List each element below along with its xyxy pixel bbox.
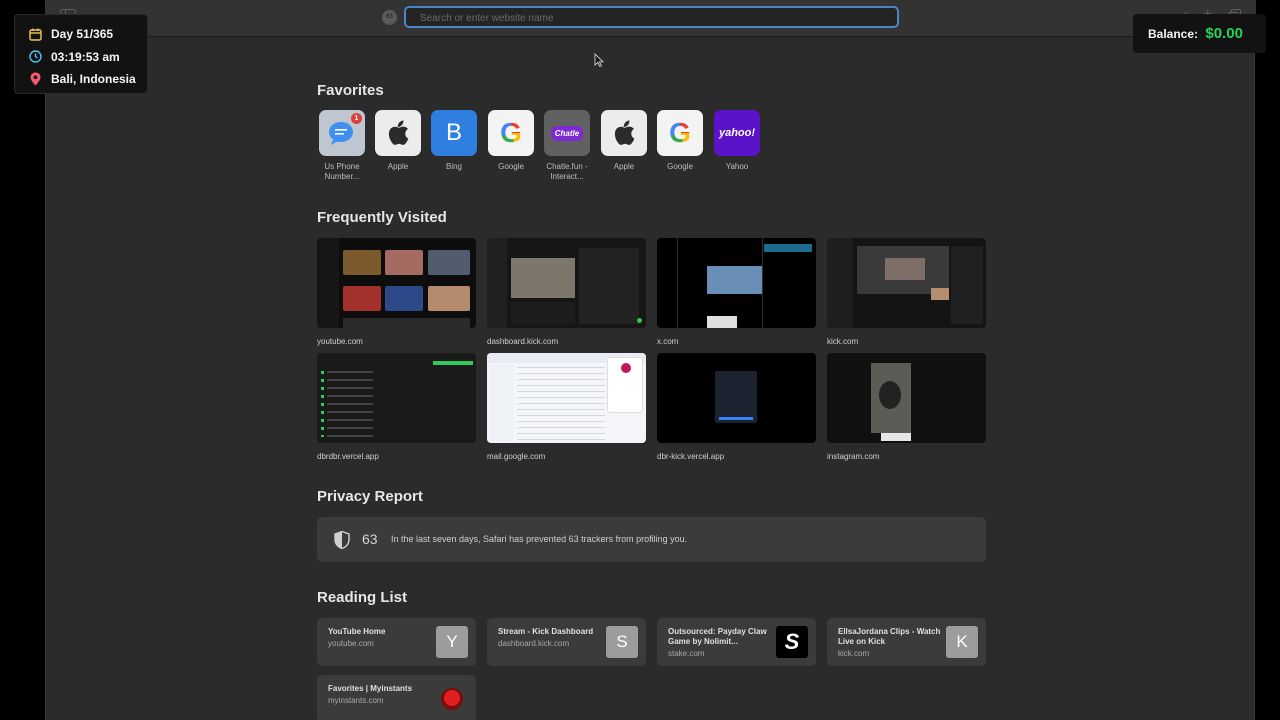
site-label: youtube.com <box>317 337 363 346</box>
frequent-site-tile[interactable]: dbrdbr.vercel.app <box>317 353 476 461</box>
favorite-label: Yahoo <box>725 162 749 171</box>
location-text: Bali, Indonesia <box>51 72 136 87</box>
frequent-site-tile[interactable]: youtube.com <box>317 238 476 346</box>
clock-time: 03:19:53 am <box>51 49 120 64</box>
reading-item-domain: stake.com <box>668 649 705 658</box>
favorite-item[interactable]: 1 Us Phone Number... <box>314 110 370 182</box>
browser-toolbar: ▾ ‹ › 63 ⇧ + <box>46 0 1256 37</box>
clock-icon <box>29 50 42 63</box>
day-counter: Day 51/365 <box>51 27 114 42</box>
reading-item-domain: dashboard.kick.com <box>498 639 570 648</box>
reading-item-title: YouTube Home <box>328 627 386 636</box>
reading-list-item[interactable]: Outsourced: Payday Claw Game by Nolimit.… <box>657 618 816 666</box>
frequently-visited-title: Frequently Visited <box>317 209 447 226</box>
location-pin-icon <box>30 72 41 86</box>
stake-logo-icon: S <box>776 626 808 658</box>
site-thumbnail <box>657 238 816 328</box>
favorite-label: Apple <box>613 162 635 171</box>
site-thumbnail <box>317 238 476 328</box>
safari-window: ▾ ‹ › 63 ⇧ + Favorites 1 Us Phone Number… <box>45 0 1256 720</box>
site-thumbnail <box>317 353 476 443</box>
favorites-title: Favorites <box>317 82 384 99</box>
privacy-report-card[interactable]: 63 In the last seven days, Safari has pr… <box>317 517 986 562</box>
site-thumbnail <box>487 353 646 443</box>
balance-value: $0.00 <box>1205 25 1243 42</box>
chatle-icon: Chatle <box>544 110 590 156</box>
calendar-icon <box>29 28 42 41</box>
site-label: instagram.com <box>827 452 880 461</box>
favorite-item[interactable]: Apple <box>596 110 652 172</box>
apple-icon <box>601 110 647 156</box>
site-label: mail.google.com <box>487 452 546 461</box>
reading-item-title: Favorites | Myinstants <box>328 684 413 693</box>
privacy-report-title: Privacy Report <box>317 488 423 505</box>
screen: ▾ ‹ › 63 ⇧ + Favorites 1 Us Phone Number… <box>0 0 1280 720</box>
favorite-label: Google <box>498 162 524 171</box>
site-thumbnail <box>487 238 646 328</box>
favorite-item[interactable]: G Google <box>652 110 708 172</box>
site-label: kick.com <box>827 337 859 346</box>
shield-icon <box>334 530 350 554</box>
reading-list-item[interactable]: Stream - Kick Dashboard dashboard.kick.c… <box>487 618 646 666</box>
letter-y-icon: Y <box>436 626 468 658</box>
frequent-site-tile[interactable]: mail.google.com <box>487 353 646 461</box>
privacy-shield-icon[interactable]: 63 <box>382 10 397 25</box>
messages-icon: 1 <box>319 110 365 156</box>
balance-label: Balance: <box>1148 27 1199 41</box>
time-row: 03:19:53 am <box>29 46 147 69</box>
apple-icon <box>375 110 421 156</box>
bing-icon: B <box>431 110 477 156</box>
reading-list-title: Reading List <box>317 589 408 606</box>
frequent-site-tile[interactable]: dbr-kick.vercel.app <box>657 353 816 461</box>
google-icon: G <box>657 110 703 156</box>
address-bar[interactable] <box>404 6 899 28</box>
day-row: Day 51/365 <box>29 23 147 46</box>
frequent-site-tile[interactable]: kick.com <box>827 238 986 346</box>
search-input[interactable] <box>406 9 897 28</box>
reading-list-item[interactable]: YouTube Home youtube.com Y <box>317 618 476 666</box>
red-button-icon <box>436 683 468 715</box>
reading-item-domain: myinstants.com <box>328 696 384 705</box>
reading-item-domain: kick.com <box>838 649 870 658</box>
reading-list-item[interactable]: EllsaJordana Clips - Watch Live on Kick … <box>827 618 986 666</box>
favorite-item[interactable]: B Bing <box>426 110 482 172</box>
site-thumbnail <box>827 353 986 443</box>
favorite-label: Chatle.fun - Interact... <box>546 162 588 181</box>
privacy-report-text: In the last seven days, Safari has preve… <box>391 534 688 544</box>
frequent-site-tile[interactable]: x.com <box>657 238 816 346</box>
favorite-label: Apple <box>387 162 409 171</box>
site-thumbnail <box>657 353 816 443</box>
notification-badge: 1 <box>351 113 362 124</box>
favorite-item[interactable]: Apple <box>370 110 426 172</box>
frequent-site-tile[interactable]: dashboard.kick.com <box>487 238 646 346</box>
letter-k-icon: K <box>946 626 978 658</box>
reading-item-title: EllsaJordana Clips - Watch Live on Kick <box>838 627 941 646</box>
site-label: dbr-kick.vercel.app <box>657 452 725 461</box>
favorite-label: Bing <box>445 162 462 171</box>
reading-list-item[interactable]: Favorites | Myinstants myinstants.com <box>317 675 476 720</box>
balance-overlay: Balance: $0.00 <box>1133 14 1266 53</box>
reading-item-domain: youtube.com <box>328 639 374 648</box>
location-row: Bali, Indonesia <box>29 68 147 91</box>
site-label: dashboard.kick.com <box>487 337 559 346</box>
reading-item-title: Outsourced: Payday Claw Game by Nolimit.… <box>668 627 767 646</box>
google-icon: G <box>488 110 534 156</box>
favorite-item[interactable]: Chatle Chatle.fun - Interact... <box>539 110 595 182</box>
reading-item-title: Stream - Kick Dashboard <box>498 627 594 636</box>
frequent-site-tile[interactable]: instagram.com <box>827 353 986 461</box>
site-label: dbrdbr.vercel.app <box>317 452 379 461</box>
favorite-label: Us Phone Number... <box>324 162 360 181</box>
mouse-cursor-icon <box>594 53 604 67</box>
status-overlay: Day 51/365 03:19:53 am Bali, Indonesia <box>14 14 148 94</box>
favorite-item[interactable]: G Google <box>483 110 539 172</box>
yahoo-icon: yahoo! <box>714 110 760 156</box>
favorite-item[interactable]: yahoo! Yahoo <box>709 110 765 172</box>
favorite-label: Google <box>667 162 693 171</box>
site-label: x.com <box>657 337 679 346</box>
letter-s-icon: S <box>606 626 638 658</box>
site-thumbnail <box>827 238 986 328</box>
tracker-count: 63 <box>362 531 378 547</box>
